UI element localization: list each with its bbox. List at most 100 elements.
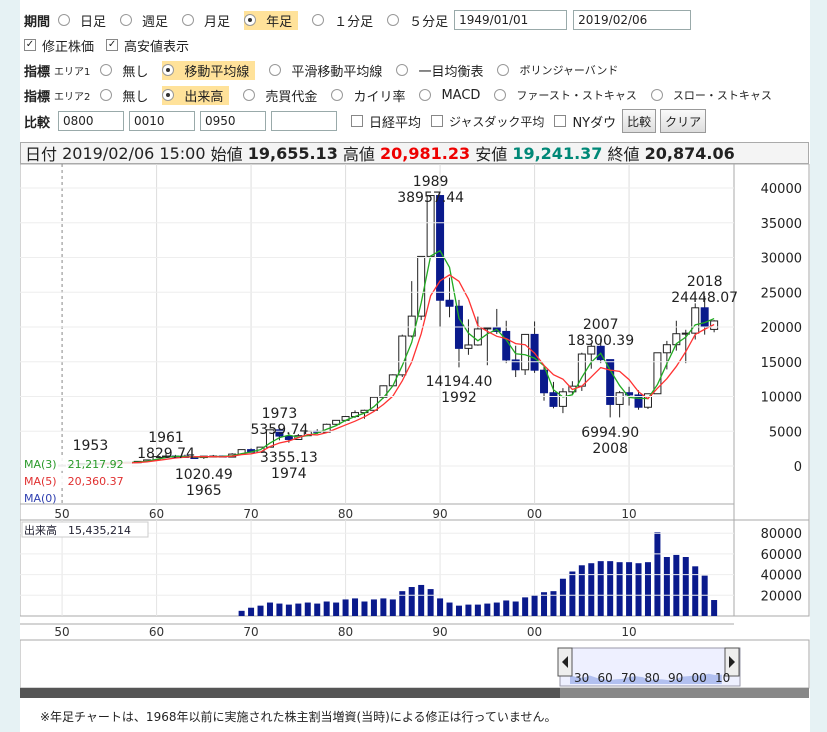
compare-code-4[interactable] — [271, 111, 338, 131]
nydow-label: NYダウ — [572, 115, 617, 131]
area2-option-slow-stoch[interactable]: スロー・ストキャス — [650, 87, 772, 103]
candlestick-chart[interactable]: 4000035000300002500020000150001000050000… — [20, 164, 810, 709]
x-tick-label-volume: 50 — [54, 625, 69, 639]
volume-bar-2016 — [682, 557, 689, 616]
period-option-daily[interactable]: 日足 — [58, 11, 106, 30]
indicator-label: 指標 — [24, 64, 51, 80]
volume-bar-2004 — [569, 571, 576, 616]
options-row: ✓ 修正株価 ✓ 高安値表示 — [24, 34, 189, 56]
volume-bar-1975 — [295, 603, 302, 616]
scrollbar-thumb[interactable] — [20, 688, 560, 698]
compare-code-3[interactable]: 0950 — [200, 111, 267, 131]
volume-bar-2005 — [578, 565, 585, 616]
highlow-label: 高安値表示 — [124, 39, 190, 55]
volume-bar-2010 — [626, 562, 633, 616]
candle-body-1999 — [521, 333, 530, 371]
volume-tick-label: 60000 — [761, 548, 802, 563]
volume-tick-label: 20000 — [761, 589, 802, 604]
candle-body-2003 — [558, 391, 567, 407]
period-option-1min[interactable]: １分足 — [312, 11, 373, 30]
adjusted-checkbox[interactable]: ✓ — [24, 39, 36, 51]
volume-bar-2019 — [711, 600, 718, 616]
x-tick-label: 80 — [338, 507, 353, 521]
volume-bar-1994 — [474, 604, 481, 616]
volume-bar-2012 — [644, 562, 651, 616]
ma0-legend: MA(0) — [24, 492, 57, 505]
volume-bar-2017 — [692, 566, 699, 616]
area2-option-volume[interactable]: 出来高 — [162, 85, 230, 105]
annotation-line1: 1989 — [413, 174, 449, 190]
compare-button[interactable]: 比較 — [622, 109, 657, 133]
volume-tick-label: 40000 — [761, 569, 802, 584]
high-value: 20,981.23 — [380, 143, 471, 163]
period-option-yearly[interactable]: 年足 — [244, 10, 299, 30]
candle-body-1988 — [417, 255, 426, 317]
close-value: 20,874.06 — [644, 143, 735, 163]
period-option-monthly[interactable]: 月足 — [182, 11, 230, 30]
volume-bar-1997 — [503, 600, 510, 616]
navigator-tick-label: 80 — [645, 671, 660, 685]
volume-tick-label: 80000 — [761, 527, 802, 542]
period-option-5min[interactable]: ５分足 — [387, 11, 448, 30]
annotation-line2: 5359.74 — [250, 422, 308, 438]
annotation-line1: 1973 — [262, 406, 298, 422]
volume-bar-1996 — [493, 602, 500, 616]
range-navigator[interactable]: 30 60 70 80 90 00 10 — [20, 639, 810, 698]
date-from-input[interactable]: 1949/01/01 — [454, 10, 568, 30]
candle-body-1994 — [473, 328, 482, 346]
highlow-checkbox[interactable]: ✓ — [106, 39, 119, 51]
volume-bar-1995 — [484, 603, 491, 616]
nikkei-label: 日経平均 — [369, 115, 422, 131]
area2-option-deviation[interactable]: カイリ率 — [331, 86, 405, 105]
area1-option-ma[interactable]: 移動平均線 — [162, 60, 256, 80]
volume-legend: 出来高 15,435,214 — [24, 523, 131, 537]
volume-bar-1969 — [238, 610, 245, 616]
navigator-tick-label: 00 — [692, 671, 707, 685]
nydow-checkbox[interactable] — [554, 115, 567, 127]
compare-row: 比較 0800 0010 0950 日経平均 ジャスダック平均 NYダウ 比較 … — [24, 109, 707, 133]
navigator-tick-label: 30 — [574, 671, 589, 685]
candle-body-1995 — [483, 327, 492, 330]
x-tick-label-volume: 90 — [432, 625, 447, 639]
price-tick-label: 25000 — [761, 286, 802, 301]
period-option-weekly[interactable]: 週足 — [120, 11, 168, 30]
volume-bar-1978 — [323, 601, 330, 616]
x-tick-label: 50 — [54, 507, 69, 521]
candle-body-1993 — [464, 344, 473, 349]
x-tick-label: 10 — [621, 507, 636, 521]
price-tick-label: 30000 — [761, 252, 802, 267]
compare-code-1[interactable]: 0800 — [58, 111, 125, 131]
area2-option-macd[interactable]: MACD — [419, 88, 480, 103]
volume-bar-2011 — [635, 563, 642, 616]
area2-option-fast-stoch[interactable]: ファースト・ストキャス — [494, 87, 637, 103]
price-tick-label: 40000 — [761, 182, 802, 197]
volume-bar-1971 — [257, 605, 264, 616]
nikkei-checkbox[interactable] — [351, 115, 364, 127]
volume-bar-1987 — [408, 587, 415, 616]
annotation-line2: 18300.39 — [567, 333, 634, 349]
area1-option-bollinger[interactable]: ボリンジャーバンド — [497, 62, 618, 78]
price-tick-label: 20000 — [761, 321, 802, 336]
navigator-tick-label: 90 — [668, 671, 683, 685]
clear-button[interactable]: クリア — [660, 109, 707, 133]
annotation-line1: 3355.13 — [260, 450, 318, 466]
jasdaq-checkbox[interactable] — [431, 115, 444, 127]
area2-option-turnover[interactable]: 売買代金 — [243, 86, 317, 105]
compare-code-2[interactable]: 0010 — [129, 111, 196, 131]
volume-bar-1973 — [276, 603, 283, 616]
date-to-input[interactable]: 2019/02/06 — [573, 10, 692, 30]
navigator-tick-label: 70 — [621, 671, 636, 685]
area2-option-none[interactable]: 無し — [100, 86, 148, 105]
volume-bar-2015 — [673, 554, 680, 616]
annotation-line2: 24448.07 — [671, 290, 738, 306]
annotation-line1: 2018 — [687, 274, 723, 290]
area1-option-none[interactable]: 無し — [100, 61, 148, 80]
volume-bar-2006 — [588, 563, 595, 616]
volume-bar-1981 — [352, 598, 359, 616]
volume-bar-1983 — [370, 599, 377, 616]
volume-bar-1979 — [333, 602, 340, 616]
area1-option-ema[interactable]: 平滑移動平均線 — [269, 61, 382, 80]
area1-option-ichimoku[interactable]: 一目均衡表 — [396, 61, 483, 80]
open-value: 19,655.13 — [247, 143, 338, 163]
volume-bar-2000 — [531, 595, 538, 616]
